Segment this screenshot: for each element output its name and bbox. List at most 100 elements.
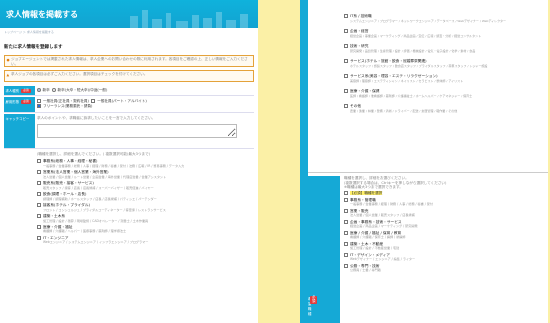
form-opt-3: フリーランス(業務委託・請負)	[43, 103, 93, 108]
category-item: 技術・研究 研究開発 / 品質管理 / 生産管理 / 設計 / 評価 / 機械設計…	[344, 44, 544, 53]
category-checkbox[interactable]	[37, 158, 41, 163]
row-form: 雇用形態 必須 一般社員(正社員・契約社員) 一般社員(パート・アルバイト) フリ…	[4, 97, 254, 113]
form-check-3[interactable]	[37, 103, 41, 108]
kind-opt-2: 新卒(大卒・短大卒)/中途(一般)	[57, 88, 108, 92]
category-checkbox[interactable]	[37, 180, 41, 185]
category-label: 営業系(法人営業・個人営業・海外営業)	[43, 169, 109, 174]
category-checkbox[interactable]	[344, 44, 348, 48]
category-label: 技術・研究	[350, 44, 369, 48]
breadcrumb[interactable]: トップページ ＞ 求人情報を掲載する	[4, 30, 254, 36]
highlight-check[interactable]	[344, 190, 348, 195]
category-checkbox[interactable]	[344, 29, 348, 33]
category-detail: システムエンジニア / プログラマー / ネットワークエンジニア / データベー…	[350, 19, 507, 23]
category-label: 接客系(ホテル・ブライダル)	[43, 202, 90, 207]
row-job-label-area	[4, 150, 35, 323]
category-item: IT・デザイン・メディア Webデザイナー / エンジニア / 編集 / ライター	[344, 252, 544, 261]
category-label: サービス(ホテル・旅館・飲食・冠婚葬祭関連)	[350, 59, 427, 63]
desired-job-section: 職種を選択し、詳細をお選びください。 (複数選択する場合は、Ctrlキーを押しな…	[344, 176, 544, 272]
category-item: 販売系(販売・接客・サービス) 販売スタッフ / 接客 / 店長 / 店長候補 /…	[37, 180, 252, 190]
category-detail: 法人営業 / 個人営業 / ルート営業 / 企画営業 / 海外営業 / 代理店営…	[43, 174, 167, 179]
required-badge: 必須	[21, 99, 31, 104]
category-item: 医療 / 介護 / 福祉 / 保育 / 教育 看護師 / 介護職 / 保育士 / …	[344, 230, 544, 239]
row-form-label: 雇用形態 必須	[4, 97, 35, 112]
category-checkbox[interactable]	[344, 104, 348, 108]
category-checkbox[interactable]	[37, 235, 41, 240]
category-checkbox[interactable]	[344, 89, 348, 93]
category-detail: Webエンジニア / システムエンジニア / インフラエンジニア / プログラマ…	[43, 240, 149, 245]
category-detail: 一般事務 / 営業事務 / 経理 / 財務 / 人事 / 総務 / 秘書 / 受…	[350, 202, 433, 207]
category-checkbox[interactable]	[344, 197, 348, 202]
category-label: その他	[350, 104, 362, 108]
kind-label-text: 求人種別	[5, 89, 20, 93]
row-catch: キャッチコピー 求人のポイントや、求職者に訴求したいことを一言で入力してください…	[4, 114, 254, 149]
left-panel: 求人情報を掲載する トップページ ＞ 求人情報を掲載する 新たに求人情報を登録し…	[0, 0, 258, 323]
category-checkbox[interactable]	[344, 263, 348, 268]
warning-icon: ▲	[6, 72, 10, 77]
category-checkbox[interactable]	[37, 169, 41, 174]
divider	[308, 172, 548, 173]
category-checkbox[interactable]	[344, 208, 348, 213]
category-item: 企画・経営 経営企画 / 事業企画 / マーケティング / 商品企画 / 宣伝 /…	[344, 29, 544, 38]
row-catch-label: キャッチコピー	[4, 114, 35, 148]
category-checkbox[interactable]	[344, 14, 348, 18]
catch-copy-input[interactable]	[37, 123, 237, 138]
form-opt-1: 一般社員(正社員・契約社員)	[43, 99, 89, 103]
desired-job-list: 事務系・管理職 一般事務 / 営業事務 / 経理 / 財務 / 人事 / 総務 /…	[344, 197, 544, 272]
category-checkbox[interactable]	[344, 74, 348, 78]
required-badge: 必須	[310, 295, 318, 304]
category-checkbox[interactable]	[344, 219, 348, 224]
page-title: 求人情報を掲載する	[6, 10, 78, 19]
info-icon: ●	[6, 57, 10, 62]
category-detail: 看護師 / 介護職 / ヘルパー / 医療事務 / 薬剤師 / 理学療法士	[43, 229, 127, 234]
category-detail: 法人営業 / 個人営業 / 販売スタッフ / 店長候補	[350, 213, 415, 218]
category-detail: フロント / コンシェルジュ / ブライダルコーディネーター / 客室係 / レ…	[43, 207, 166, 212]
category-item: 事務系・管理職 一般事務 / 営業事務 / 経理 / 財務 / 人事 / 総務 /…	[344, 197, 544, 207]
category-checkbox[interactable]	[344, 252, 348, 257]
catch-hint: 求人のポイントや、求職者に訴求したいことを一言で入力してください。	[37, 116, 156, 120]
category-label: 飲食(調理・ホール・店長)	[43, 191, 87, 196]
category-checkbox[interactable]	[344, 59, 348, 63]
kind-radio-2[interactable]	[51, 88, 56, 92]
job-category-list-right: IT系 / 技術職 システムエンジニア / プログラマー / ネットワークエンジニ…	[344, 8, 544, 113]
category-item: 飲食(調理・ホール・店長) 調理師 / 調理補助 / ホールスタッフ / 店長 /…	[37, 191, 252, 201]
category-detail: 経営企画 / 事業企画 / マーケティング / 商品企画 / 宣伝 / 広報 /…	[350, 34, 482, 38]
job-category-list: 事務系(総務・人事・経理・秘書) 一般事務 / 営業事務 / 総務 / 人事 / …	[37, 158, 252, 245]
category-item: 建築・土木系 施工管理 / 設計 / 積算 / 現場監督 / CADオペレーター …	[37, 213, 252, 223]
kind-radio-1[interactable]	[37, 88, 41, 92]
category-detail: ホテルスタッフ / 旅館スタッフ / 飲食店スタッフ / ブライダルスタッフ /…	[350, 64, 488, 68]
category-checkbox[interactable]	[37, 202, 41, 207]
category-checkbox[interactable]	[37, 213, 41, 218]
category-detail: 研究開発 / 品質管理 / 生産管理 / 設計 / 評価 / 機械設計 / 電気…	[350, 49, 476, 53]
category-item: 営業系(法人営業・個人営業・海外営業) 法人営業 / 個人営業 / ルート営業 /…	[37, 169, 252, 179]
form-check-2[interactable]	[91, 99, 96, 103]
category-checkbox[interactable]	[37, 224, 41, 229]
category-item: その他 農業 / 漁業 / 林業 / 警備 / 清掃 / ドライバー / 配送 /…	[344, 104, 544, 113]
category-checkbox[interactable]	[344, 241, 348, 246]
category-detail: 調理師 / 調理補助 / ホールスタッフ / 店長 / 店長候補 / パティシエ…	[43, 196, 157, 201]
category-item: 事務系(総務・人事・経理・秘書) 一般事務 / 営業事務 / 総務 / 人事 / …	[37, 158, 252, 168]
right-panel: IT系 / 技術職 システムエンジニア / プログラマー / ネットワークエンジニ…	[300, 0, 548, 323]
notice-box-1: ● ジョブエージェントでは掲載された求人情報は、求人企業へのお問い合わせの際に利…	[4, 55, 254, 67]
category-label: IT系 / 技術職	[350, 14, 372, 18]
form-check-1[interactable]	[37, 99, 41, 103]
category-item: サービス(ホテル・旅館・飲食・冠婚葬祭関連) ホテルスタッフ / 旅館スタッフ /…	[344, 59, 544, 68]
category-detail: 農業 / 漁業 / 林業 / 警備 / 清掃 / ドライバー / 配送 / 倉庫…	[350, 109, 458, 113]
category-checkbox[interactable]	[344, 230, 348, 235]
desired-job-label: 希望職種必須	[300, 176, 340, 323]
notice-text-2: 求人ジョブの各項目は必ずご入力ください。選択項目はチェックを付けてください。	[11, 72, 148, 76]
category-detail: 施工管理 / 設計 / 積算 / 現場監督 / CADオペレーター / 測量士 …	[43, 218, 149, 223]
category-label: 事務系(総務・人事・経理・秘書)	[43, 158, 98, 163]
category-item: IT・エンジニア Webエンジニア / システムエンジニア / インフラエンジニア…	[37, 235, 252, 245]
category-item: 医療・介護・福祉 看護師 / 介護職 / ヘルパー / 医療事務 / 薬剤師 / …	[37, 224, 252, 234]
notice-text-1: ジョブエージェントでは掲載された求人情報は、求人企業へのお問い合わせの際に利用さ…	[11, 57, 248, 66]
category-detail: 販売スタッフ / 接客 / 店長 / 店長候補 / スーパーバイザー / 販売促…	[43, 185, 154, 190]
highlight-text: 【必須】職種を選択	[350, 190, 383, 195]
job-hint: (職種を選択し、詳細を選んでください。) 複数選択可能(最大3つまで)	[37, 152, 151, 156]
row-kind: 求人種別 必須 新卒 新卒(大卒・短大卒)/中途(一般)	[4, 86, 254, 96]
category-detail: 施工管理 / 設計 / 不動産営業 / 宅建	[350, 246, 400, 251]
form-opt-2: 一般社員(パート・アルバイト)	[97, 99, 147, 103]
category-label: 企画・経営	[350, 29, 369, 33]
kind-opt-1: 新卒	[42, 88, 50, 92]
category-label: サービス系(美容・理容・エステ・リラクゼーション)	[350, 74, 438, 78]
category-checkbox[interactable]	[37, 191, 41, 196]
